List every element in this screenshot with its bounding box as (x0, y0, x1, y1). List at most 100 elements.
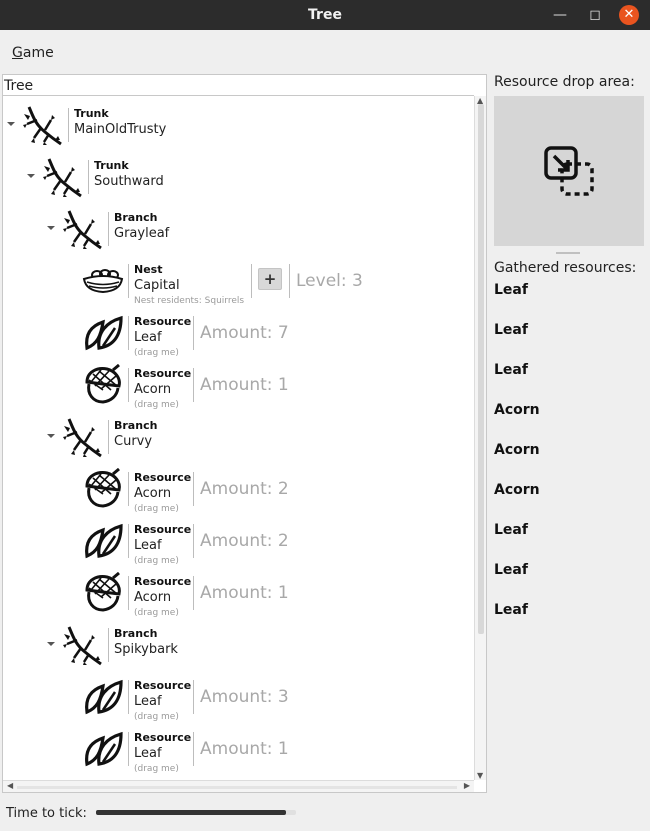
leaf-icon (81, 312, 125, 354)
tree-row[interactable]: Nest Capital Nest residents: Squirrels + Lev… (3, 256, 473, 306)
twig-icon (21, 104, 65, 146)
horizontal-scroll-track[interactable] (17, 786, 457, 789)
tree-row[interactable]: Trunk Southward (3, 152, 473, 202)
node-name: Leaf (134, 746, 162, 761)
drop-area-label: Resource drop area: (494, 74, 635, 90)
expand-toggle-icon[interactable] (27, 174, 35, 178)
add-resident-button[interactable]: + (258, 268, 282, 290)
tick-progress-fill (96, 810, 286, 815)
node-hint: (drag me) (134, 608, 179, 618)
maximize-icon[interactable]: ◻ (585, 5, 605, 25)
node-kind: Resource (134, 679, 192, 692)
tree-row[interactable]: Resource Leaf (drag me) Amount: 2 (3, 516, 473, 566)
node-hint: (drag me) (134, 504, 179, 514)
menu-game-mnemonic: G (12, 45, 23, 61)
node-hint: (drag me) (134, 712, 179, 722)
close-icon[interactable]: ✕ (619, 5, 639, 25)
nest-icon (81, 260, 125, 302)
row-separator (68, 108, 69, 142)
node-hint: (drag me) (134, 400, 179, 410)
row-separator (193, 368, 194, 402)
leaf-icon (81, 728, 125, 770)
gathered-resource-item: Leaf (494, 522, 528, 538)
drop-target-icon (544, 146, 594, 196)
tree-row[interactable]: Resource Leaf (drag me) Amount: 3 (3, 672, 473, 722)
minimize-icon[interactable]: — (550, 5, 570, 25)
node-name: Grayleaf (114, 226, 170, 241)
vertical-scroll-thumb[interactable] (478, 104, 484, 634)
row-separator (128, 472, 129, 506)
acorn-icon (81, 571, 125, 614)
node-name: Southward (94, 174, 164, 189)
row-separator (128, 524, 129, 558)
twig-icon (61, 208, 105, 250)
row-separator (128, 732, 129, 766)
row-separator (108, 628, 109, 662)
node-name: Curvy (114, 434, 153, 449)
scroll-left-icon[interactable]: ◀ (7, 781, 13, 790)
node-name: Acorn (134, 590, 172, 605)
vertical-scrollbar[interactable]: ▲ ▼ (474, 96, 486, 780)
row-separator (251, 264, 252, 298)
gathered-resource-item: Leaf (494, 562, 528, 578)
tree-row[interactable]: Resource Leaf (drag me) Amount: 1 (3, 724, 473, 774)
tree-row[interactable]: Resource Acorn (drag me) Amount: 1 (3, 360, 473, 410)
menu-game-label: ame (22, 45, 54, 61)
gathered-resource-item: Leaf (494, 602, 528, 618)
tree-row[interactable]: Resource Leaf (drag me) Amount: 7 (3, 308, 473, 358)
title-bar[interactable]: Tree — ◻ ✕ (0, 0, 650, 30)
twig-icon (61, 416, 105, 458)
expand-toggle-icon[interactable] (7, 122, 15, 126)
node-kind: Resource (134, 471, 192, 484)
tree-row[interactable]: Branch Curvy (3, 412, 473, 462)
gathered-resources-label: Gathered resources: (494, 260, 637, 276)
horizontal-scrollbar[interactable]: ◀ ▶ (3, 780, 474, 792)
gathered-resource-item: Leaf (494, 362, 528, 378)
resource-amount: Amount: 1 (200, 739, 289, 759)
node-kind: Branch (114, 627, 158, 640)
node-name: MainOldTrusty (74, 122, 167, 137)
resource-amount: Amount: 2 (200, 531, 289, 551)
node-name: Leaf (134, 538, 162, 553)
row-separator (128, 264, 129, 298)
row-separator (108, 212, 109, 246)
resource-amount: Amount: 3 (200, 687, 289, 707)
acorn-icon (81, 467, 125, 510)
expand-toggle-icon[interactable] (47, 434, 55, 438)
resource-amount: Amount: 7 (200, 323, 289, 343)
scroll-right-icon[interactable]: ▶ (464, 781, 470, 790)
tree-column-header[interactable]: Tree (3, 75, 474, 96)
tree-row[interactable]: Branch Spikybark (3, 620, 473, 670)
panel-splitter[interactable] (556, 252, 580, 254)
tree-row[interactable]: Trunk MainOldTrusty (3, 100, 473, 150)
node-kind: Trunk (94, 159, 129, 172)
tree-view[interactable]: Tree Trunk MainOldTrusty Trunk Southward Bra… (2, 74, 487, 793)
status-bar: Time to tick: (0, 793, 650, 831)
scroll-down-icon[interactable]: ▼ (477, 771, 483, 780)
tree-row[interactable]: Resource Acorn (drag me) Amount: 1 (3, 568, 473, 618)
resource-amount: Amount: 1 (200, 583, 289, 603)
row-separator (193, 732, 194, 766)
expand-toggle-icon[interactable] (47, 642, 55, 646)
row-separator (289, 264, 290, 298)
row-separator (128, 316, 129, 350)
gathered-resource-item: Acorn (494, 402, 540, 418)
node-name: Spikybark (114, 642, 178, 657)
gathered-resource-item: Leaf (494, 322, 528, 338)
gathered-resource-item: Acorn (494, 442, 540, 458)
tick-progress-bar (96, 810, 296, 815)
tree-row[interactable]: Resource Acorn (drag me) Amount: 2 (3, 464, 473, 514)
node-kind: Trunk (74, 107, 109, 120)
acorn-icon (81, 363, 125, 406)
node-kind: Branch (114, 211, 158, 224)
node-hint: (drag me) (134, 764, 179, 774)
resource-drop-zone[interactable] (494, 96, 644, 246)
menu-game[interactable]: Game (12, 45, 54, 61)
resource-amount: Amount: 2 (200, 479, 289, 499)
tree-header-label: Tree (4, 78, 34, 94)
menu-bar: Game (0, 30, 650, 74)
node-kind: Branch (114, 419, 158, 432)
row-separator (88, 160, 89, 194)
tree-row[interactable]: Branch Grayleaf (3, 204, 473, 254)
expand-toggle-icon[interactable] (47, 226, 55, 230)
